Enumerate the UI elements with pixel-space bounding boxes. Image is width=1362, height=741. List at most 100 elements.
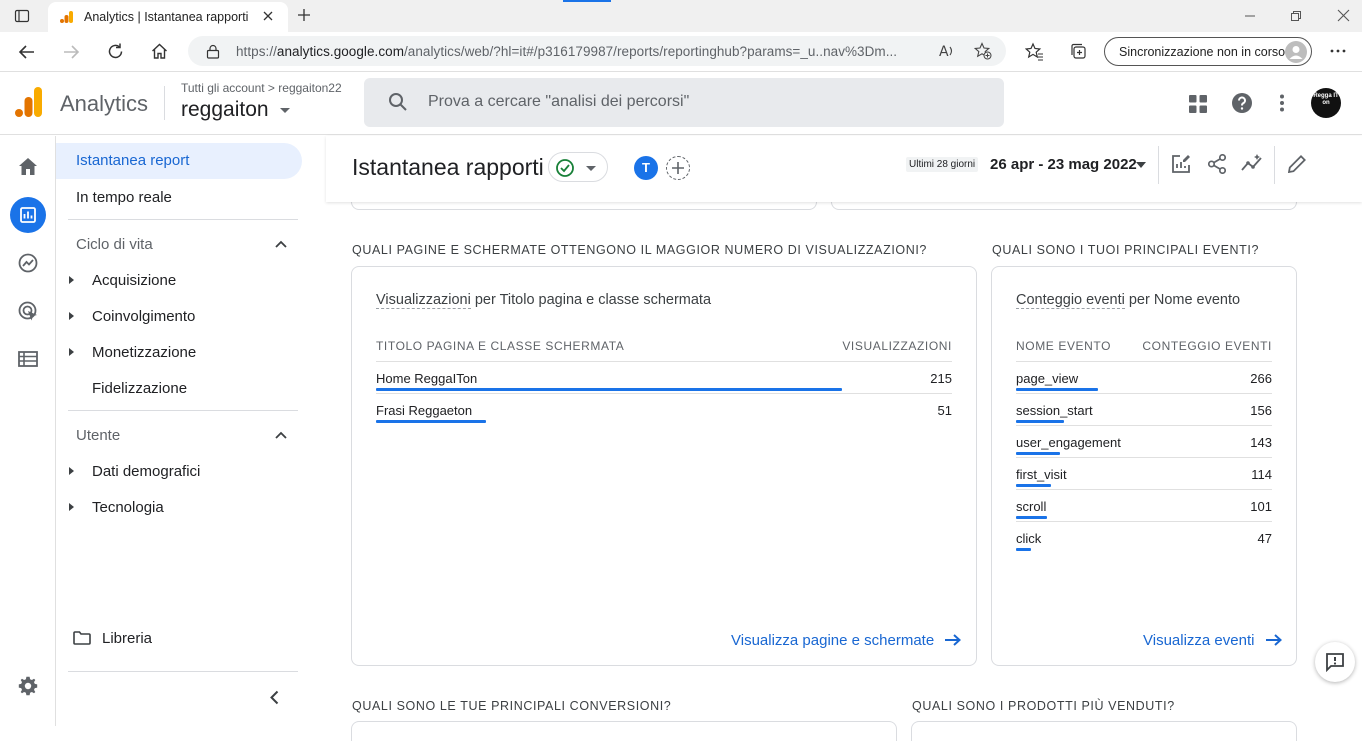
tab-actions-icon[interactable] bbox=[14, 8, 30, 24]
expand-arrow-icon[interactable] bbox=[69, 312, 74, 320]
arrow-right-icon bbox=[945, 634, 962, 646]
table-row[interactable]: session_start 156 bbox=[1016, 403, 1272, 435]
status-dropdown[interactable] bbox=[548, 152, 608, 182]
value-bar bbox=[1016, 420, 1064, 423]
nav-divider bbox=[68, 219, 298, 220]
header-divider bbox=[164, 86, 165, 120]
nav-item-snapshot[interactable]: Istantanea report bbox=[56, 143, 302, 179]
section-lifecycle[interactable]: Ciclo di vita bbox=[76, 236, 153, 253]
metric-selector[interactable]: Conteggio eventi bbox=[1016, 292, 1125, 309]
row-value: 47 bbox=[1257, 531, 1272, 546]
url-bar[interactable]: https://analytics.google.com/analytics/w… bbox=[188, 36, 1006, 66]
nav-item-retention[interactable]: Fidelizzazione bbox=[92, 380, 187, 397]
row-label: user_engagement bbox=[1016, 435, 1121, 450]
metric-selector[interactable]: Visualizzazioni bbox=[376, 292, 471, 309]
help-icon[interactable] bbox=[1231, 92, 1253, 114]
row-divider bbox=[1016, 521, 1272, 522]
new-tab-icon[interactable] bbox=[296, 7, 312, 23]
breadcrumb[interactable]: Tutti gli account > reggaiton22 bbox=[181, 81, 342, 95]
chevron-up-icon[interactable] bbox=[275, 431, 287, 439]
chevron-down-icon bbox=[280, 107, 291, 113]
collections-icon[interactable] bbox=[1069, 42, 1088, 61]
search-placeholder: Prova a cercare "analisi dei percorsi" bbox=[428, 93, 690, 110]
favorites-icon[interactable] bbox=[1025, 42, 1044, 61]
edit-pencil-icon[interactable] bbox=[1288, 154, 1307, 173]
table-row[interactable]: Frasi Reggaeton 51 bbox=[376, 403, 952, 435]
chevron-down-icon[interactable] bbox=[1136, 162, 1146, 168]
section-user[interactable]: Utente bbox=[76, 427, 120, 444]
advertising-icon[interactable] bbox=[18, 301, 39, 322]
feedback-button[interactable] bbox=[1315, 642, 1355, 682]
customize-report-icon[interactable] bbox=[1171, 154, 1191, 174]
nav-item-demographics[interactable]: Dati demografici bbox=[92, 463, 200, 480]
reports-icon[interactable] bbox=[10, 197, 46, 233]
value-bar bbox=[376, 388, 842, 391]
card-title: Conteggio eventi per Nome evento bbox=[1016, 292, 1241, 309]
configure-list-icon[interactable] bbox=[18, 351, 38, 367]
tab-title: Analytics | Istantanea rapporti bbox=[84, 10, 249, 24]
value-bar bbox=[1016, 452, 1060, 455]
expand-arrow-icon[interactable] bbox=[69, 276, 74, 284]
share-icon[interactable] bbox=[1208, 154, 1226, 174]
table-row[interactable]: click 47 bbox=[1016, 531, 1272, 563]
account-avatar[interactable]: Regga IT on bbox=[1311, 88, 1341, 118]
close-tab-icon[interactable] bbox=[262, 10, 274, 22]
reload-icon[interactable] bbox=[106, 42, 125, 61]
nav-item-engagement[interactable]: Coinvolgimento bbox=[92, 308, 195, 325]
date-range[interactable]: 26 apr - 23 mag 2022 bbox=[990, 156, 1137, 173]
value-bar bbox=[1016, 388, 1098, 391]
add-favorite-icon[interactable] bbox=[974, 42, 992, 60]
back-icon[interactable] bbox=[18, 43, 36, 61]
url-text: https://analytics.google.com/analytics/w… bbox=[236, 44, 898, 59]
analytics-logo-icon[interactable] bbox=[15, 86, 43, 118]
comparison-badge[interactable]: T bbox=[634, 156, 658, 180]
close-window-icon[interactable] bbox=[1337, 9, 1350, 22]
row-label: click bbox=[1016, 531, 1042, 546]
browser-toolbar: https://analytics.google.com/analytics/w… bbox=[0, 32, 1362, 72]
value-bar bbox=[376, 420, 486, 423]
home-icon[interactable] bbox=[150, 42, 169, 61]
view-pages-link[interactable]: Visualizza pagine e schermate bbox=[731, 632, 962, 649]
chevron-up-icon[interactable] bbox=[275, 240, 287, 248]
more-menu-icon[interactable] bbox=[1330, 49, 1346, 53]
sync-button[interactable]: Sincronizzazione non in corso bbox=[1104, 37, 1312, 66]
more-vert-icon[interactable] bbox=[1279, 94, 1285, 112]
forward-icon[interactable] bbox=[62, 43, 80, 61]
value-bar bbox=[1016, 484, 1051, 487]
nav-item-acquisition[interactable]: Acquisizione bbox=[92, 272, 176, 289]
row-label: scroll bbox=[1016, 499, 1047, 514]
row-label: first_visit bbox=[1016, 467, 1067, 482]
nav-item-library[interactable]: Libreria bbox=[102, 630, 152, 647]
add-comparison-icon[interactable] bbox=[666, 156, 690, 180]
home-icon[interactable] bbox=[18, 157, 38, 176]
restore-icon[interactable] bbox=[1290, 10, 1302, 22]
arrow-right-icon bbox=[1265, 634, 1282, 646]
expand-arrow-icon[interactable] bbox=[69, 503, 74, 511]
nav-item-realtime[interactable]: In tempo reale bbox=[76, 189, 172, 206]
insights-icon[interactable] bbox=[1241, 154, 1263, 174]
property-selector[interactable]: reggaiton bbox=[181, 98, 291, 122]
card-title: Visualizzazioni per Titolo pagina e clas… bbox=[376, 292, 712, 309]
expand-arrow-icon[interactable] bbox=[69, 348, 74, 356]
nav-item-monetization[interactable]: Monetizzazione bbox=[92, 344, 196, 361]
search-box[interactable]: Prova a cercare "analisi dei percorsi" bbox=[364, 78, 1004, 127]
apps-grid-icon[interactable] bbox=[1189, 95, 1207, 113]
explore-icon[interactable] bbox=[18, 253, 38, 273]
analytics-favicon-icon bbox=[60, 10, 74, 24]
table-row[interactable]: user_engagement 143 bbox=[1016, 435, 1272, 467]
view-events-link[interactable]: Visualizza eventi bbox=[1143, 632, 1283, 649]
nav-item-technology[interactable]: Tecnologia bbox=[92, 499, 164, 516]
browser-tab-active[interactable]: Analytics | Istantanea rapporti bbox=[48, 2, 288, 32]
table-row[interactable]: scroll 101 bbox=[1016, 499, 1272, 531]
table-row[interactable]: page_view 266 bbox=[1016, 371, 1272, 403]
table-row[interactable]: first_visit 114 bbox=[1016, 467, 1272, 499]
lock-icon[interactable] bbox=[206, 44, 220, 59]
settings-gear-icon[interactable] bbox=[18, 676, 38, 696]
read-aloud-icon[interactable]: A bbox=[938, 43, 956, 59]
folder-icon[interactable] bbox=[73, 631, 91, 645]
minimize-icon[interactable] bbox=[1244, 10, 1256, 22]
expand-arrow-icon[interactable] bbox=[69, 467, 74, 475]
date-preset-label[interactable]: Ultimi 28 giorni bbox=[906, 157, 979, 172]
table-row[interactable]: Home ReggaITon 215 bbox=[376, 371, 952, 403]
collapse-nav-icon[interactable] bbox=[270, 690, 279, 705]
